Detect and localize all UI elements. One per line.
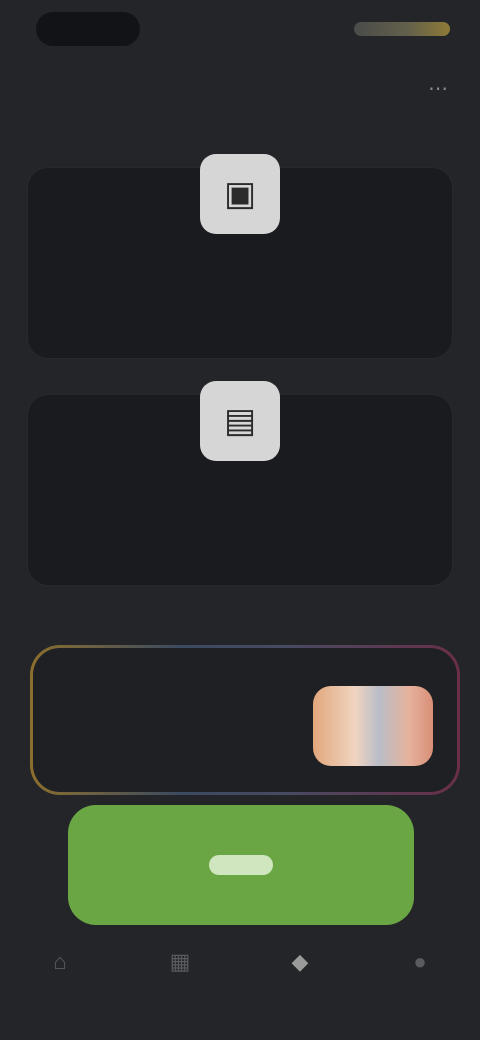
profile-icon: ● [413,949,427,974]
header-menu-button[interactable]: ⋯ [420,72,456,104]
gallery-icon: ▤ [200,381,280,461]
nav-item-grid[interactable]: ▦ [150,932,210,992]
home-icon: ⌂ [53,949,67,974]
primary-action-button[interactable] [68,805,414,925]
nav-item-tools[interactable]: ◆ [270,932,330,992]
status-bar [0,0,480,60]
tools-icon: ◆ [291,949,309,974]
nav-item-profile[interactable]: ● [390,932,450,992]
promo-banner[interactable] [30,645,460,795]
option-card-2[interactable]: ▤ [28,381,452,585]
more-icon: ⋯ [428,77,448,100]
nav-item-home[interactable]: ⌂ [30,932,90,992]
status-time-pill [36,12,140,46]
grid-icon: ▦ [169,949,191,974]
bottom-navigation: ⌂ ▦ ◆ ● [0,932,480,1040]
photo-icon: ▣ [200,154,280,234]
status-indicators [354,22,450,36]
promo-thumbnail [313,686,433,766]
primary-action-label [209,855,273,875]
option-card-1[interactable]: ▣ [28,154,452,358]
top-header: ⋯ [0,60,480,116]
